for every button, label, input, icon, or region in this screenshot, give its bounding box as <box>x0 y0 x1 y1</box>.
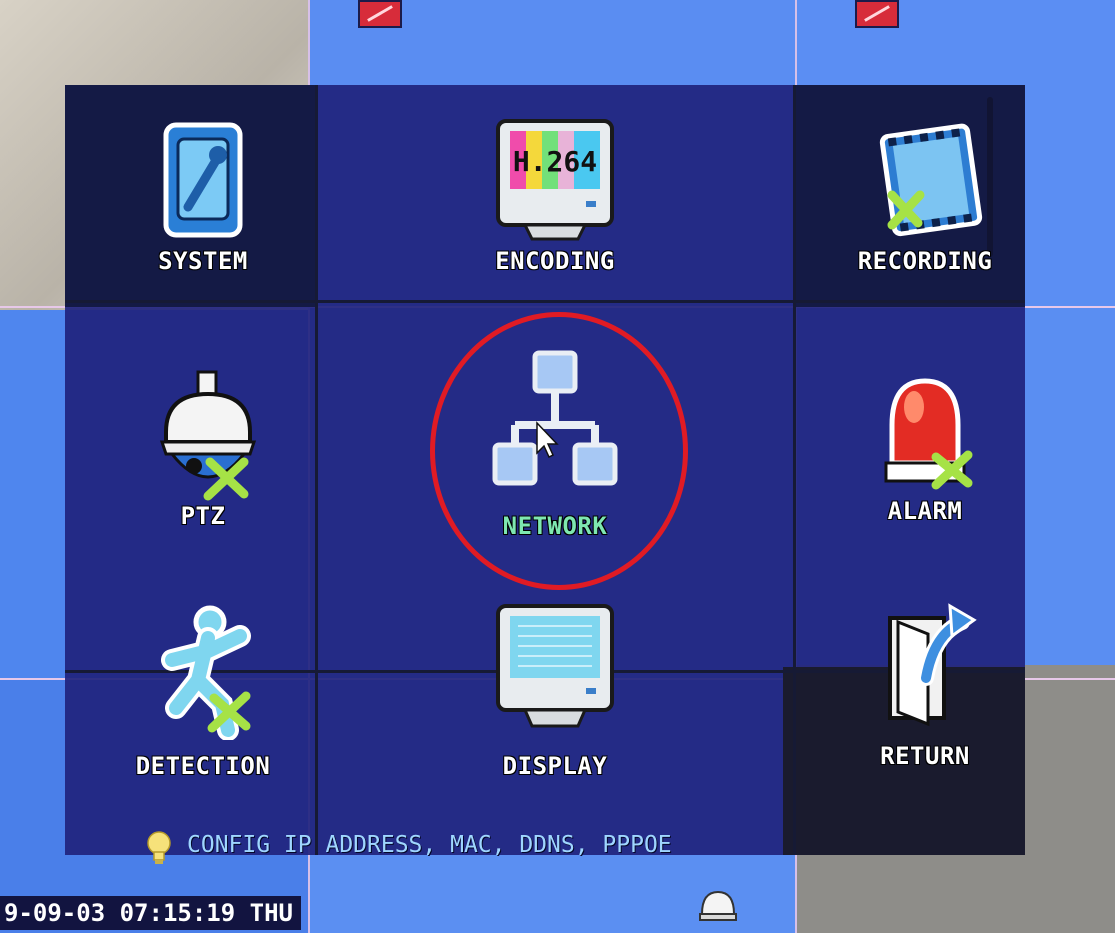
menu-item-system[interactable]: SYSTEM <box>103 115 303 275</box>
menu-item-recording[interactable]: RECORDING <box>825 115 1025 275</box>
menu-item-detection[interactable]: DETECTION <box>103 600 303 780</box>
no-signal-icon <box>358 0 402 28</box>
no-signal-icon <box>855 0 899 28</box>
siren-icon <box>870 365 980 490</box>
lightbulb-icon <box>145 830 173 872</box>
exit-door-icon <box>870 600 980 730</box>
menu-item-display[interactable]: DISPLAY <box>455 600 655 780</box>
menu-item-label: RETURN <box>880 742 970 770</box>
menu-item-label: ENCODING <box>495 247 615 275</box>
menu-item-label: DETECTION <box>135 752 271 780</box>
h264-monitor-icon: H.264 <box>490 115 620 241</box>
menu-item-encoding[interactable]: H.264 ENCODING <box>455 115 655 275</box>
monitor-icon <box>490 600 620 740</box>
camera-status-icon <box>698 888 738 928</box>
menu-divider <box>315 85 318 855</box>
svg-text:H.264: H.264 <box>513 145 597 178</box>
dome-camera-icon <box>148 370 258 501</box>
menu-item-ptz[interactable]: PTZ <box>103 370 303 530</box>
running-man-icon <box>148 600 258 741</box>
highlight-ring <box>430 312 688 590</box>
menu-item-label: SYSTEM <box>158 247 248 275</box>
menu-divider <box>793 85 796 855</box>
menu-item-alarm[interactable]: ALARM <box>825 365 1025 525</box>
menu-item-label: RECORDING <box>857 247 993 275</box>
menu-item-return[interactable]: RETURN <box>825 600 1025 770</box>
wrench-panel-icon <box>148 115 258 238</box>
menu-divider <box>65 300 1025 303</box>
film-reel-icon <box>870 115 983 237</box>
menu-item-label: DISPLAY <box>502 752 608 780</box>
hint-text: CONFIG IP ADDRESS, MAC, DDNS, PPPOE <box>187 832 672 858</box>
timestamp: 9-09-03 07:15:19 THU <box>0 896 301 930</box>
